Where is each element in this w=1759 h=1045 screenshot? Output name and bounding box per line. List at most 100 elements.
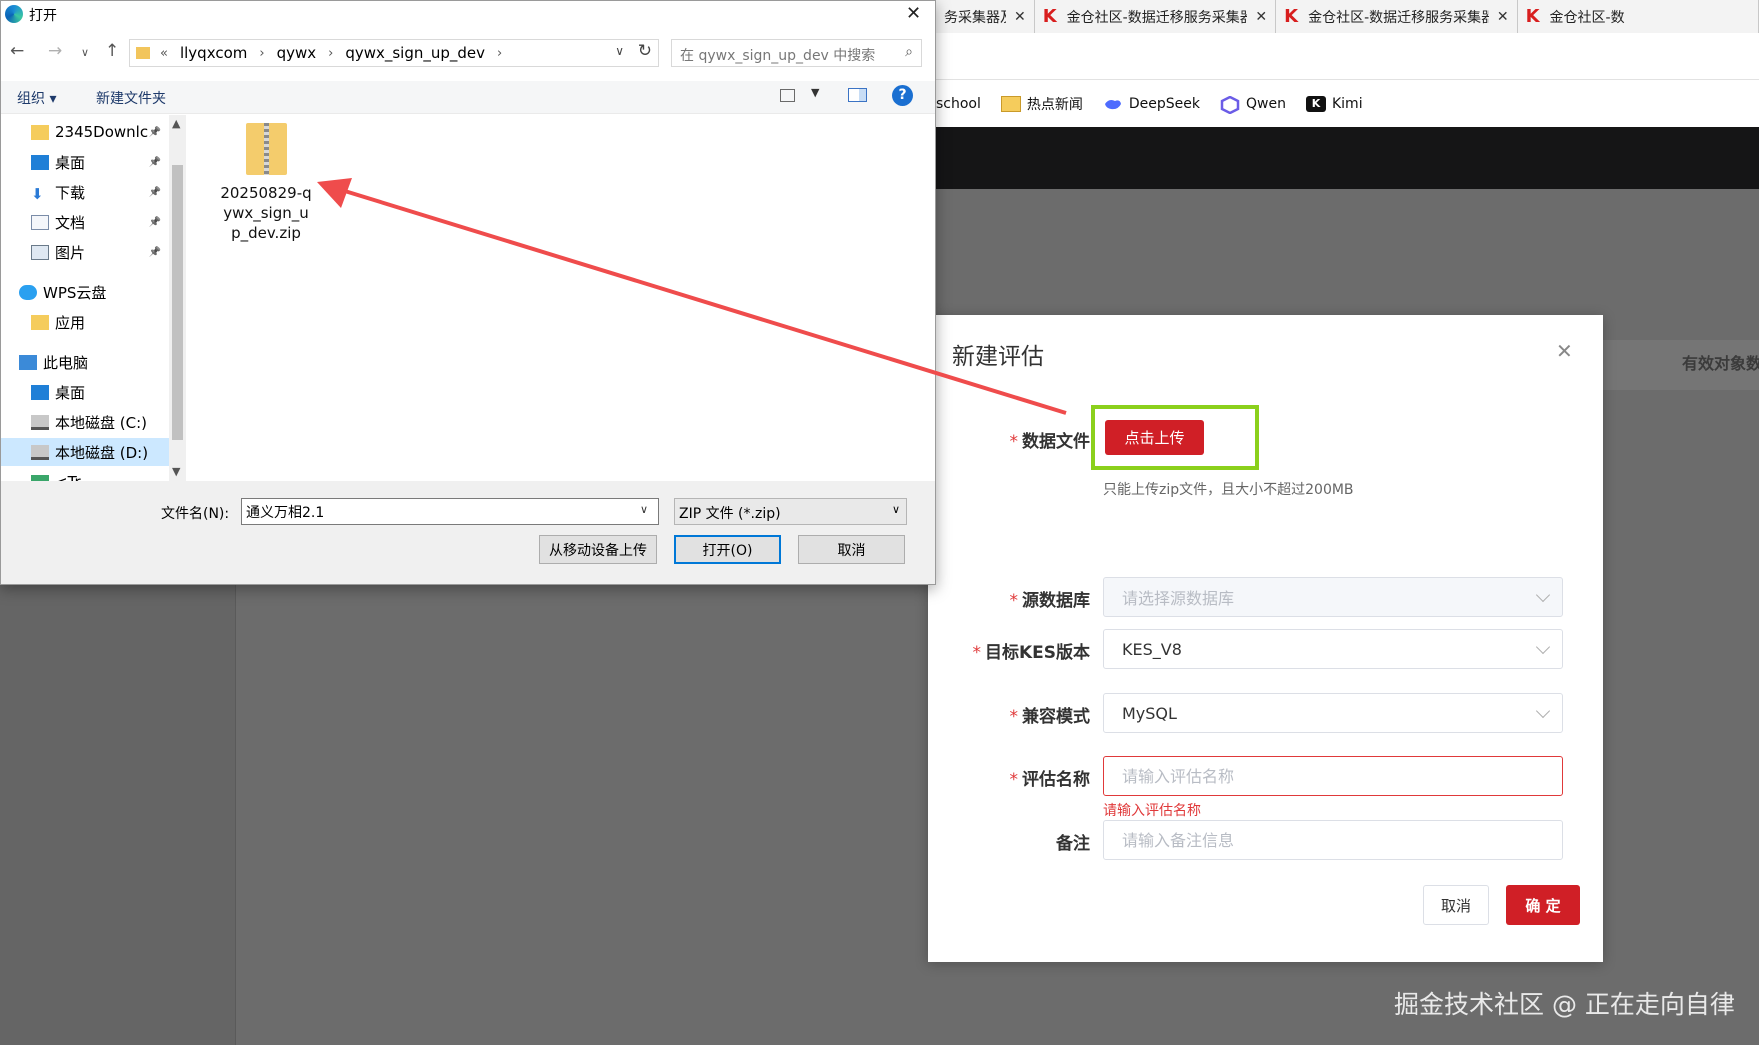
- nav-item-label: 下载: [55, 183, 86, 202]
- document-icon: [31, 214, 49, 230]
- upload-button[interactable]: 点击上传: [1105, 420, 1204, 455]
- cancel-button[interactable]: 取消: [1423, 885, 1489, 925]
- nav-item[interactable]: 文档 📌: [1, 208, 169, 236]
- close-icon[interactable]: ✕: [1255, 9, 1267, 25]
- field-label: * 目标KES版本: [972, 643, 1090, 663]
- bookmark-school[interactable]: school: [936, 96, 981, 112]
- nav-item[interactable]: 2345Downlc 📌: [1, 118, 169, 146]
- eval-name-error: 请输入评估名称: [1103, 803, 1201, 819]
- nav-item[interactable]: <Tr...: [1, 468, 169, 481]
- kingbase-logo-icon: K: [1284, 6, 1299, 27]
- chevron-down-icon[interactable]: ▼: [811, 86, 819, 99]
- filename-input[interactable]: [241, 498, 659, 525]
- browser-tab-3[interactable]: K 金仓社区-数据迁移服务采集器及F ✕: [1276, 0, 1518, 33]
- chevron-down-icon[interactable]: ∨: [81, 46, 89, 59]
- nav-item[interactable]: 图片 📌: [1, 238, 169, 266]
- dialog-footer: 文件名(N): ∨ ZIP 文件 (*.zip) ∨ 从移动设备上传 打开(O)…: [1, 481, 935, 584]
- browser-tab-2[interactable]: K 金仓社区-数据迁移服务采集器及F ✕: [1035, 0, 1277, 33]
- nav-item[interactable]: 本地磁盘 (D:): [1, 438, 169, 466]
- nav-item[interactable]: 此电脑: [1, 348, 169, 376]
- chevron-right-icon: ›: [328, 45, 334, 61]
- address-bar[interactable]: [936, 33, 1759, 80]
- pin-icon: 📌: [148, 156, 161, 168]
- file-open-dialog: 打开 ✕ ← → ∨ ↑ « llyqxcom › qywx › qywx_si…: [0, 0, 936, 585]
- open-button[interactable]: 打开(O): [674, 535, 781, 564]
- bookmark-label: 热点新闻: [1026, 96, 1083, 113]
- chevron-down-icon[interactable]: ∨: [640, 503, 648, 516]
- folder-icon: [31, 314, 49, 330]
- scroll-down-icon[interactable]: ▼: [172, 465, 180, 478]
- folder-icon: [31, 124, 49, 140]
- scrollbar-thumb[interactable]: [172, 165, 183, 440]
- scroll-up-icon[interactable]: ▲: [172, 117, 180, 130]
- chevron-down-icon[interactable]: ∨: [615, 44, 624, 58]
- breadcrumb-segment[interactable]: llyqxcom: [180, 44, 247, 62]
- file-list: 20250829-qywx_sign_up_dev.zip: [187, 115, 935, 481]
- nav-item[interactable]: 桌面 📌: [1, 148, 169, 176]
- close-icon[interactable]: ✕: [906, 3, 921, 24]
- watermark: 掘金技术社区 @ 正在走向自律: [1394, 990, 1735, 1019]
- nav-item[interactable]: WPS云盘: [1, 278, 169, 306]
- help-icon[interactable]: ?: [892, 85, 913, 106]
- close-icon[interactable]: ✕: [1556, 339, 1573, 363]
- whale-icon: [1103, 96, 1123, 112]
- chevron-right-icon: ›: [497, 45, 503, 61]
- nav-item[interactable]: 本地磁盘 (C:): [1, 408, 169, 436]
- browser-tab-4[interactable]: K 金仓社区-数: [1518, 0, 1759, 33]
- nav-item-label: 本地磁盘 (C:): [55, 413, 147, 432]
- field-label: * 兼容模式: [1009, 707, 1091, 727]
- breadcrumb-segment[interactable]: qywx: [277, 44, 317, 62]
- nav-item[interactable]: 桌面: [1, 378, 169, 406]
- kimi-icon: K: [1305, 95, 1326, 112]
- close-icon[interactable]: ✕: [1497, 9, 1509, 25]
- breadcrumb[interactable]: « llyqxcom › qywx › qywx_sign_up_dev › ∨…: [129, 39, 659, 67]
- back-arrow-icon[interactable]: ←: [10, 41, 24, 61]
- remark-input[interactable]: [1103, 820, 1563, 860]
- desktop-icon: [31, 384, 49, 400]
- cancel-button[interactable]: 取消: [798, 535, 905, 564]
- bookmark-deepseek[interactable]: DeepSeek: [1103, 96, 1200, 112]
- chevron-down-icon: [1535, 587, 1551, 603]
- bookmark-label: Kimi: [1331, 95, 1363, 112]
- select-value: MySQL: [1122, 703, 1177, 723]
- compat-mode-select[interactable]: MySQL: [1103, 693, 1563, 733]
- site-sidebar: [0, 585, 236, 1045]
- kes-version-select[interactable]: KES_V8: [1103, 629, 1563, 669]
- view-mode-icon[interactable]: [780, 89, 795, 102]
- browser-tab-1[interactable]: 务采集器及F ✕: [936, 0, 1035, 33]
- picture-icon: [31, 244, 49, 260]
- source-db-select[interactable]: 请选择源数据库: [1103, 577, 1563, 617]
- bookmark-hot-news[interactable]: 热点新闻: [1000, 94, 1083, 114]
- tab-title: 金仓社区-数据迁移服务采集器及F: [1066, 9, 1248, 26]
- field-label: * 源数据库: [1009, 591, 1091, 611]
- bookmark-kimi[interactable]: K Kimi: [1305, 95, 1363, 112]
- breadcrumb-segment[interactable]: qywx_sign_up_dev: [345, 44, 485, 62]
- new-folder-button[interactable]: 新建文件夹: [96, 88, 166, 108]
- refresh-icon[interactable]: ↻: [638, 41, 652, 61]
- pin-icon: 📌: [148, 126, 161, 138]
- preview-pane-icon[interactable]: [848, 88, 867, 102]
- up-arrow-icon[interactable]: ↑: [105, 41, 119, 61]
- nav-scrollbar[interactable]: ▲ ▼: [169, 115, 186, 481]
- mobile-upload-button[interactable]: 从移动设备上传: [539, 535, 657, 564]
- breadcrumb-overflow[interactable]: «: [160, 46, 168, 61]
- eval-name-input[interactable]: [1103, 756, 1563, 796]
- pin-icon: 📌: [148, 186, 161, 198]
- close-icon[interactable]: ✕: [1014, 9, 1026, 25]
- desktop-icon: [31, 154, 49, 170]
- forward-arrow-icon[interactable]: →: [48, 41, 62, 61]
- nav-item[interactable]: ⬇ 下载 📌: [1, 178, 169, 206]
- organize-button[interactable]: 组织 ▾: [17, 88, 56, 108]
- confirm-button[interactable]: 确 定: [1506, 885, 1580, 925]
- nav-item[interactable]: 应用: [1, 308, 169, 336]
- filetype-select[interactable]: ZIP 文件 (*.zip) ∨: [674, 498, 907, 525]
- bookmark-qwen[interactable]: Qwen: [1220, 95, 1286, 114]
- file-item[interactable]: 20250829-qywx_sign_up_dev.zip: [219, 123, 313, 243]
- chevron-right-icon: ›: [259, 45, 265, 61]
- nav-item-label: 图片: [55, 243, 86, 262]
- dialog-titlebar: 打开 ✕: [1, 1, 935, 28]
- search-input[interactable]: 在 qywx_sign_up_dev 中搜索 ⌕: [671, 39, 922, 67]
- site-header: [936, 127, 1759, 189]
- drive-icon: [31, 444, 49, 460]
- filename-label: 文件名(N):: [161, 506, 230, 522]
